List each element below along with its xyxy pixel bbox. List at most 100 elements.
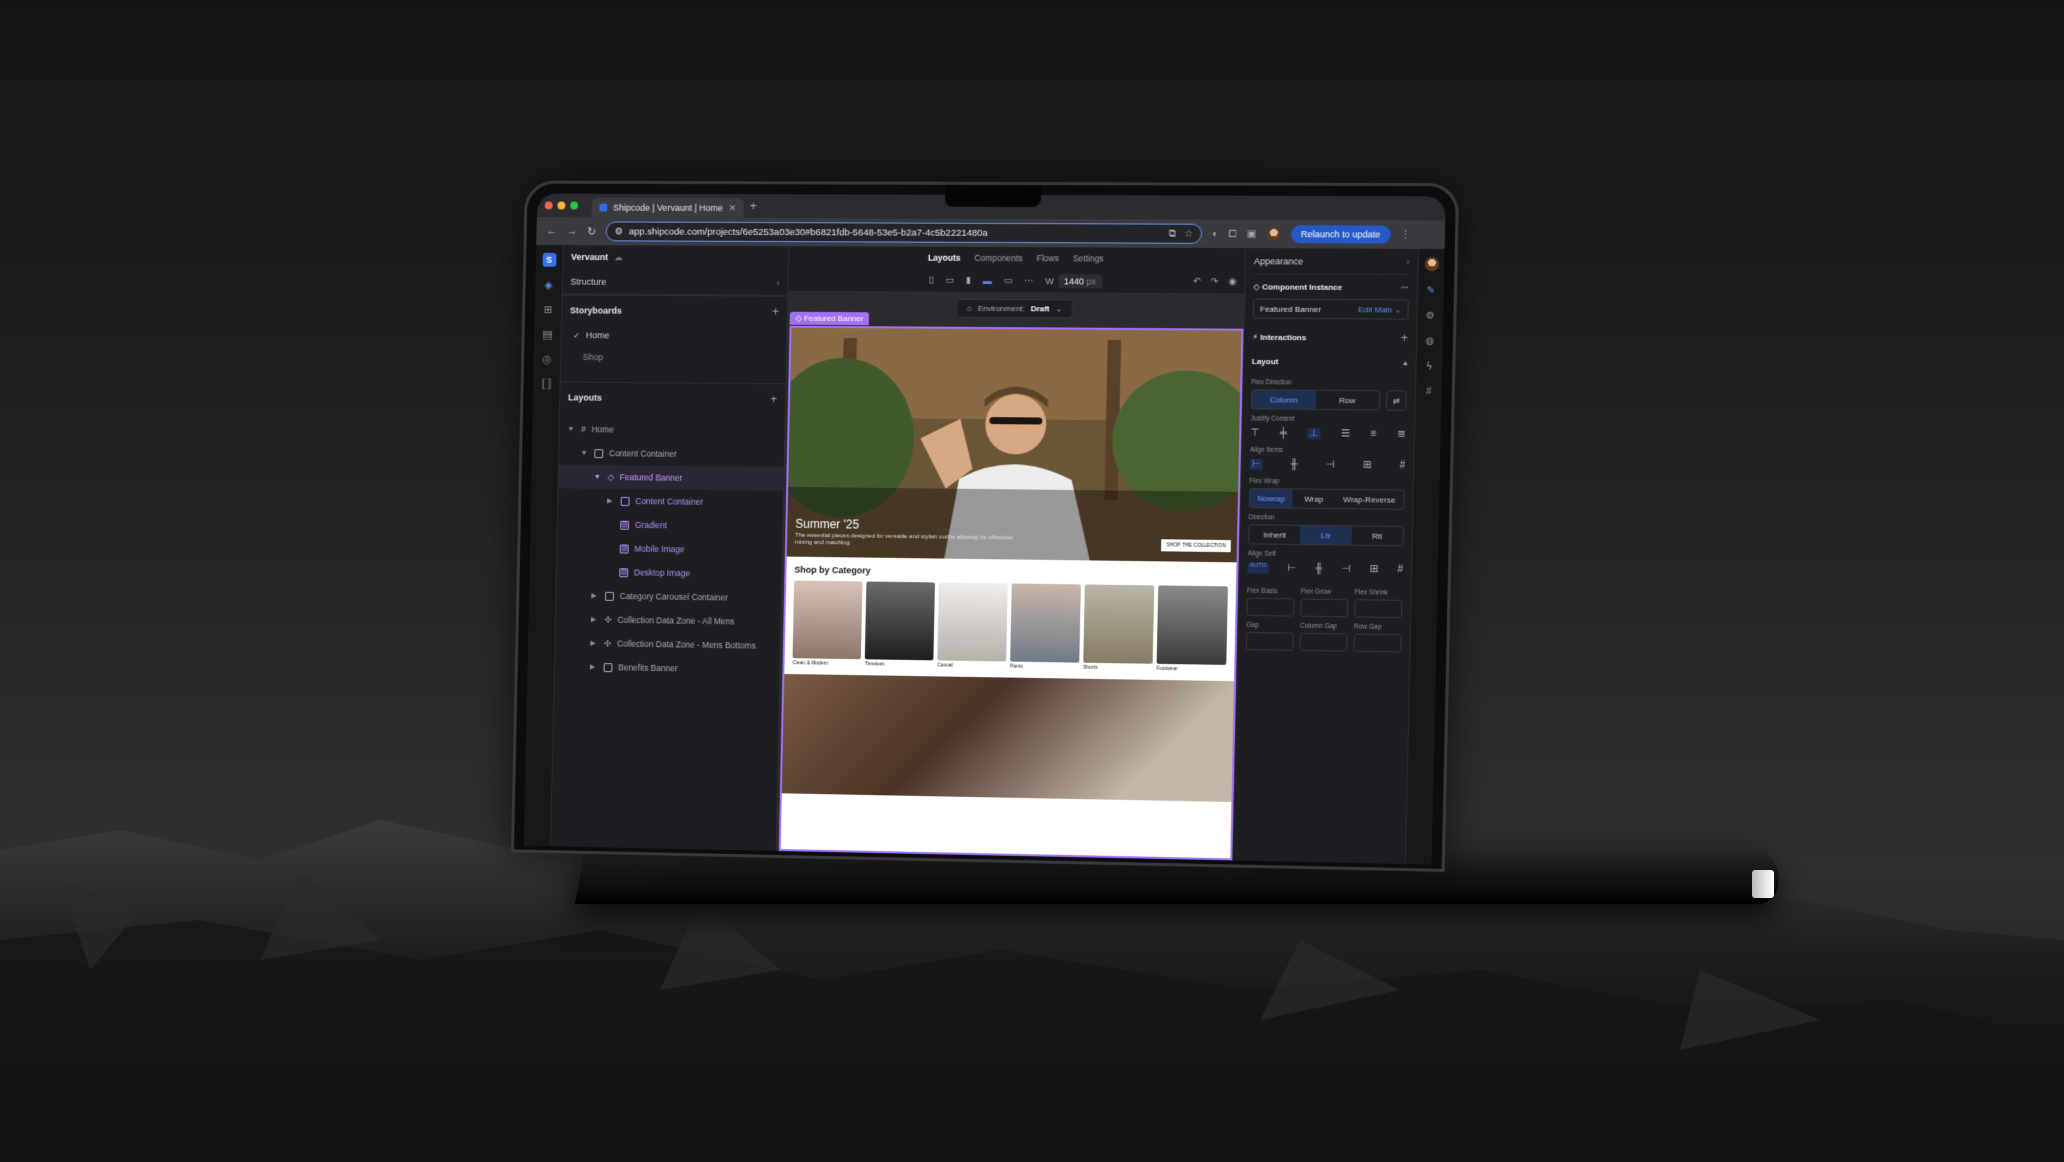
tree-item-content-container-child[interactable]: ▶ Content Container — [558, 488, 783, 514]
shipcode-logo-icon[interactable]: S — [542, 252, 557, 267]
tree-item-home[interactable]: ▼ # Home — [559, 417, 784, 443]
tab-layouts[interactable]: Layouts — [928, 253, 961, 263]
minimize-window-button[interactable] — [557, 201, 566, 210]
flex-direction-column[interactable]: Column — [1251, 390, 1316, 409]
category-card[interactable]: Shorts — [1083, 584, 1155, 671]
add-storyboard-icon[interactable]: + — [772, 304, 779, 318]
project-header[interactable]: Vervaunt ☁ — [563, 245, 788, 270]
browser-tab[interactable]: Shipcode | Vervaunt | Home ✕ — [591, 197, 745, 219]
side-panel-icon[interactable]: ▣ — [1247, 228, 1257, 239]
collapsed-caret-icon[interactable]: ▶ — [607, 497, 615, 505]
gap-input[interactable] — [1245, 631, 1294, 651]
tab-settings[interactable]: Settings — [1073, 253, 1104, 263]
align-self-baseline-icon[interactable]: # — [1397, 564, 1403, 575]
tree-item-benefits-banner[interactable]: ▶ Benefits Banner — [555, 654, 780, 681]
flex-grow-input[interactable] — [1300, 598, 1349, 618]
accessibility-icon[interactable]: ◍ — [1425, 336, 1434, 347]
assets-icon[interactable]: ▤ — [542, 328, 552, 341]
storyboard-item-shop[interactable]: Shop — [561, 346, 786, 370]
reverse-direction-button[interactable]: ⇄ — [1386, 390, 1407, 411]
tab-flows[interactable]: Flows — [1036, 253, 1058, 263]
preview-eye-icon[interactable]: ◉ — [1228, 276, 1236, 287]
puzzle-extensions-icon[interactable]: ⧠ — [1228, 228, 1236, 239]
layers-icon[interactable]: ◈ — [544, 279, 553, 292]
align-self-end-icon[interactable]: ⊣ — [1341, 564, 1350, 575]
bookmark-star-icon[interactable]: ☆ — [1184, 228, 1193, 239]
justify-around-icon[interactable]: ≡ — [1371, 429, 1377, 440]
category-card[interactable]: Pants — [1010, 583, 1081, 670]
align-baseline-icon[interactable]: # — [1399, 460, 1405, 471]
tree-item-category-carousel[interactable]: ▶ Category Carousel Container — [556, 583, 781, 610]
redo-icon[interactable]: ↷ — [1211, 276, 1219, 287]
category-card[interactable]: Footwear — [1156, 585, 1228, 673]
flex-wrap-wrap[interactable]: Wrap — [1292, 489, 1335, 508]
align-self-auto[interactable]: AUTO — [1247, 562, 1269, 574]
expand-caret-icon[interactable]: ▼ — [594, 473, 602, 480]
justify-start-icon[interactable]: ⊤ — [1250, 427, 1259, 438]
mobile-device-icon[interactable]: ▯ — [928, 275, 934, 286]
more-devices-icon[interactable]: ⋯ — [1024, 275, 1033, 286]
tree-item-desktop-image[interactable]: ▨ Desktop Image — [557, 560, 782, 587]
collapse-panel-icon[interactable]: ‹ — [777, 277, 780, 287]
direction-rtl[interactable]: Rtl — [1351, 526, 1403, 545]
featured-banner-frame[interactable]: Summer '25 The essential pieces designed… — [778, 325, 1244, 861]
profile-avatar[interactable] — [1266, 227, 1281, 242]
more-options-icon[interactable]: ⋯ — [1401, 283, 1409, 292]
collapsed-caret-icon[interactable]: ▶ — [590, 663, 598, 671]
row-gap-input[interactable] — [1353, 633, 1402, 653]
browser-menu-icon[interactable]: ⋮ — [1401, 229, 1411, 240]
tablet-device-icon[interactable]: ▮ — [966, 275, 971, 286]
featured-banner-tag[interactable]: ◇ Featured Banner — [789, 311, 870, 326]
relaunch-button[interactable]: Relaunch to update — [1290, 225, 1391, 244]
collapsed-caret-icon[interactable]: ▶ — [591, 615, 599, 623]
site-settings-icon[interactable]: ⚙ — [615, 226, 624, 237]
align-self-start-icon[interactable]: ⊢ — [1287, 563, 1296, 574]
align-start-icon[interactable]: ⊢ — [1249, 458, 1263, 470]
align-stretch-icon[interactable]: ⊞ — [1363, 460, 1372, 471]
column-gap-input[interactable] — [1299, 632, 1348, 652]
forward-icon[interactable]: → — [567, 225, 578, 237]
align-end-icon[interactable]: ⊣ — [1326, 459, 1335, 470]
category-card[interactable]: Timeless — [865, 581, 935, 669]
justify-center-icon[interactable]: ╪ — [1280, 428, 1287, 439]
flex-shrink-input[interactable] — [1354, 599, 1403, 619]
flex-basis-input[interactable] — [1246, 597, 1295, 617]
new-tab-icon[interactable]: + — [750, 199, 757, 213]
flex-wrap-nowrap[interactable]: Nowrap — [1249, 488, 1293, 508]
tree-item-featured-banner[interactable]: ▼ ◇ Featured Banner — [558, 464, 784, 491]
collapse-up-icon[interactable]: ▴ — [1403, 358, 1407, 367]
expand-caret-icon[interactable]: ▼ — [567, 426, 575, 433]
close-window-button[interactable] — [544, 201, 553, 210]
tree-item-collection-all-mens[interactable]: ▶ ✣ Collection Data Zone - All Mens — [556, 607, 781, 634]
expand-caret-icon[interactable]: ▼ — [581, 449, 589, 456]
tab-components[interactable]: Components — [974, 253, 1022, 263]
shop-collection-button[interactable]: SHOP THE COLLECTION — [1161, 539, 1231, 553]
tree-item-gradient[interactable]: ▨ Gradient — [558, 512, 783, 539]
instance-selector[interactable]: Featured Banner Edit Main ⌄ — [1252, 298, 1409, 320]
edit-main-button[interactable]: Edit Main ⌄ — [1358, 305, 1401, 314]
back-icon[interactable]: ← — [546, 225, 557, 237]
settings-gear-icon[interactable]: ⚙ — [1426, 311, 1435, 322]
tree-item-content-container[interactable]: ▼ Content Container — [559, 441, 784, 467]
url-input[interactable]: ⚙ app.shipcode.com/projects/6e5253a03e30… — [605, 221, 1203, 244]
storyboard-item-home[interactable]: ✓ Home — [561, 324, 786, 347]
align-self-stretch-icon[interactable]: ⊞ — [1369, 564, 1378, 575]
tree-item-mobile-image[interactable]: ▨ Mobile Image — [557, 536, 782, 563]
collapsed-caret-icon[interactable]: ▶ — [591, 592, 599, 600]
user-avatar[interactable] — [1424, 256, 1439, 272]
components-icon[interactable]: ⊞ — [543, 303, 552, 316]
lightning-icon[interactable]: ϟ — [1426, 361, 1432, 372]
tree-item-collection-mens-bottoms[interactable]: ▶ ✣ Collection Data Zone - Mens Bottoms — [555, 631, 780, 658]
variables-icon[interactable]: ⟦⟧ — [541, 377, 552, 390]
collapsed-caret-icon[interactable]: ▶ — [590, 639, 598, 647]
direction-inherit[interactable]: Inherit — [1249, 525, 1300, 544]
reload-icon[interactable]: ↻ — [587, 225, 596, 238]
expand-panel-icon[interactable]: › — [1406, 256, 1409, 266]
extension-icon[interactable]: ◐ — [1212, 228, 1218, 239]
palette-icon[interactable]: ◎ — [542, 353, 552, 366]
environment-selector[interactable]: ⌂ Environment: Draft ⌄ — [955, 298, 1074, 319]
laptop-device-icon[interactable]: ▬ — [983, 275, 992, 285]
grid-hash-icon[interactable]: # — [1426, 387, 1432, 398]
design-canvas[interactable]: ◇ Featured Banner Summer '25 The essenti… — [777, 292, 1244, 861]
category-card[interactable]: Casual — [937, 582, 1008, 669]
